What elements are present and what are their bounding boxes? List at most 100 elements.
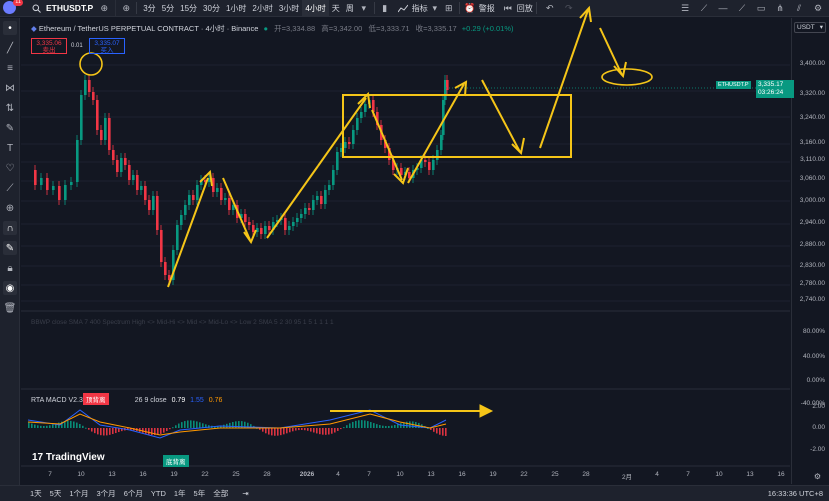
range-5y[interactable]: 5年	[190, 488, 210, 499]
macd-value-1: 0.79	[171, 397, 186, 404]
percent-tick: 0.00%	[806, 377, 825, 384]
target-ellipse	[601, 68, 653, 86]
macd-tick: 2.00	[812, 403, 825, 410]
macd-histogram-bar	[328, 428, 330, 435]
symbol-logo-icon: ◆	[31, 24, 37, 33]
macd-histogram-bar	[46, 425, 48, 428]
buy-button[interactable]: 3,335.07 买入	[89, 38, 125, 54]
range-1d[interactable]: 1天	[26, 488, 46, 499]
macd-histogram-bar	[157, 428, 159, 435]
macd-histogram-bar	[229, 422, 231, 428]
candle-body	[120, 158, 123, 172]
macd-histogram-bar	[100, 428, 102, 436]
time-axis[interactable]: 7 10 13 16 19 22 25 28 2026 4 7 10 13 16 19 22 25 28 2月 4 7 1…	[21, 467, 791, 483]
candle-body	[132, 175, 135, 180]
candle-body	[300, 214, 303, 218]
clock[interactable]: 16:33:36 UTC+8	[768, 489, 823, 498]
macd-histogram-bar	[313, 428, 315, 433]
legend-low: 低=3,333.71	[368, 24, 410, 33]
candle-body	[176, 225, 179, 250]
candle-body	[432, 160, 435, 170]
price-tick: 2,830.00	[799, 262, 825, 269]
chart-legend: ◆ Ethereum / TetherUS PERPETUAL CONTRACT…	[31, 23, 514, 34]
macd-histogram-bar	[172, 427, 174, 429]
chevron-down-icon: ▾	[819, 24, 823, 31]
candle-body	[224, 198, 227, 200]
macd-histogram-bar	[283, 428, 285, 435]
candle-body	[288, 226, 291, 230]
macd-histogram-bar	[379, 425, 381, 428]
arrow-up-4	[407, 83, 465, 184]
macd-histogram-bar	[295, 428, 297, 431]
candle-body	[352, 130, 355, 144]
candle-body	[148, 200, 151, 210]
macd-histogram-bar	[169, 428, 171, 430]
macd-histogram-bar	[364, 420, 366, 428]
range-6m[interactable]: 6个月	[120, 488, 147, 499]
price-tick: 2,880.00	[799, 241, 825, 248]
time-tick: 19	[489, 471, 497, 478]
bullish-divergence-badge: 底背离	[163, 455, 189, 467]
price-chart[interactable]	[0, 0, 829, 501]
macd-histogram-bar	[196, 421, 198, 428]
range-all[interactable]: 全部	[209, 488, 232, 499]
date-range-icon[interactable]: ⇥	[238, 489, 252, 498]
candle-body	[160, 230, 163, 262]
macd-histogram-bar	[31, 423, 33, 428]
macd-histogram-bar	[319, 428, 321, 435]
range-5d[interactable]: 5天	[46, 488, 66, 499]
macd-histogram-bar	[289, 428, 291, 433]
macd-histogram-bar	[439, 428, 441, 435]
macd-histogram-bar	[385, 426, 387, 428]
time-tick: 28	[263, 471, 271, 478]
bbwp-indicator-label[interactable]: BBWP close SMA 7 400 Spectrum High <> Mi…	[31, 319, 334, 326]
sell-button[interactable]: 3,335.06 卖出	[31, 38, 67, 54]
legend-change: +0.29 (+0.01%)	[461, 24, 514, 33]
candle-body	[128, 165, 131, 180]
macd-histogram-bar	[232, 422, 234, 428]
macd-histogram-bar	[148, 428, 150, 435]
candle-body	[70, 182, 73, 185]
arrow-up-1	[167, 177, 209, 288]
macd-histogram-bar	[43, 426, 45, 428]
macd-histogram-bar	[112, 428, 114, 435]
candle-body	[312, 200, 315, 210]
candle-body	[248, 222, 251, 225]
last-price-tag: ETHUSDT.P 3,335.17 03:26:24	[716, 80, 794, 98]
macd-histogram-bar	[340, 428, 342, 430]
macd-histogram-bar	[190, 420, 192, 428]
settings-icon[interactable]: ⚙	[814, 472, 821, 481]
tv-logo-icon: 17	[32, 452, 44, 463]
macd-histogram-bar	[382, 425, 384, 428]
candle-body	[192, 195, 195, 200]
legend-open: 开=3,334.88	[274, 24, 316, 33]
macd-histogram-bar	[274, 428, 276, 436]
candle-body	[320, 196, 323, 204]
range-3m[interactable]: 3个月	[93, 488, 120, 499]
arrow-down-4	[599, 27, 623, 76]
candle-body	[180, 215, 183, 225]
macd-histogram-bar	[73, 421, 75, 428]
candle-body	[228, 198, 231, 210]
countdown: 03:26:24	[758, 89, 784, 96]
candle-body	[428, 162, 431, 170]
candle-body	[184, 205, 187, 215]
candle-body	[140, 186, 143, 190]
time-tick: 7	[686, 471, 690, 478]
macd-indicator-label[interactable]: RTA MACD V2.31 26 9 close 0.79 1.55 0.76	[31, 397, 222, 404]
last-price-symbol: ETHUSDT.P	[716, 81, 751, 89]
macd-histogram-bar	[277, 428, 279, 436]
legend-close: 收=3,335.17	[415, 24, 457, 33]
macd-histogram-bar	[322, 428, 324, 435]
macd-histogram-bar	[337, 428, 339, 431]
macd-histogram-bar	[181, 422, 183, 428]
range-1m[interactable]: 1个月	[65, 488, 92, 499]
price-scale[interactable]: USDT ▾ 3,400.00 3,320.00 3,240.00 3,160.0…	[791, 18, 829, 484]
macd-histogram-bar	[307, 428, 309, 431]
range-1y[interactable]: 1年	[170, 488, 190, 499]
candle-body	[188, 195, 191, 205]
currency-select[interactable]: USDT ▾	[794, 22, 826, 33]
range-ytd[interactable]: YTD	[147, 489, 170, 498]
macd-histogram-bar	[445, 428, 447, 436]
candle-body	[124, 158, 127, 165]
